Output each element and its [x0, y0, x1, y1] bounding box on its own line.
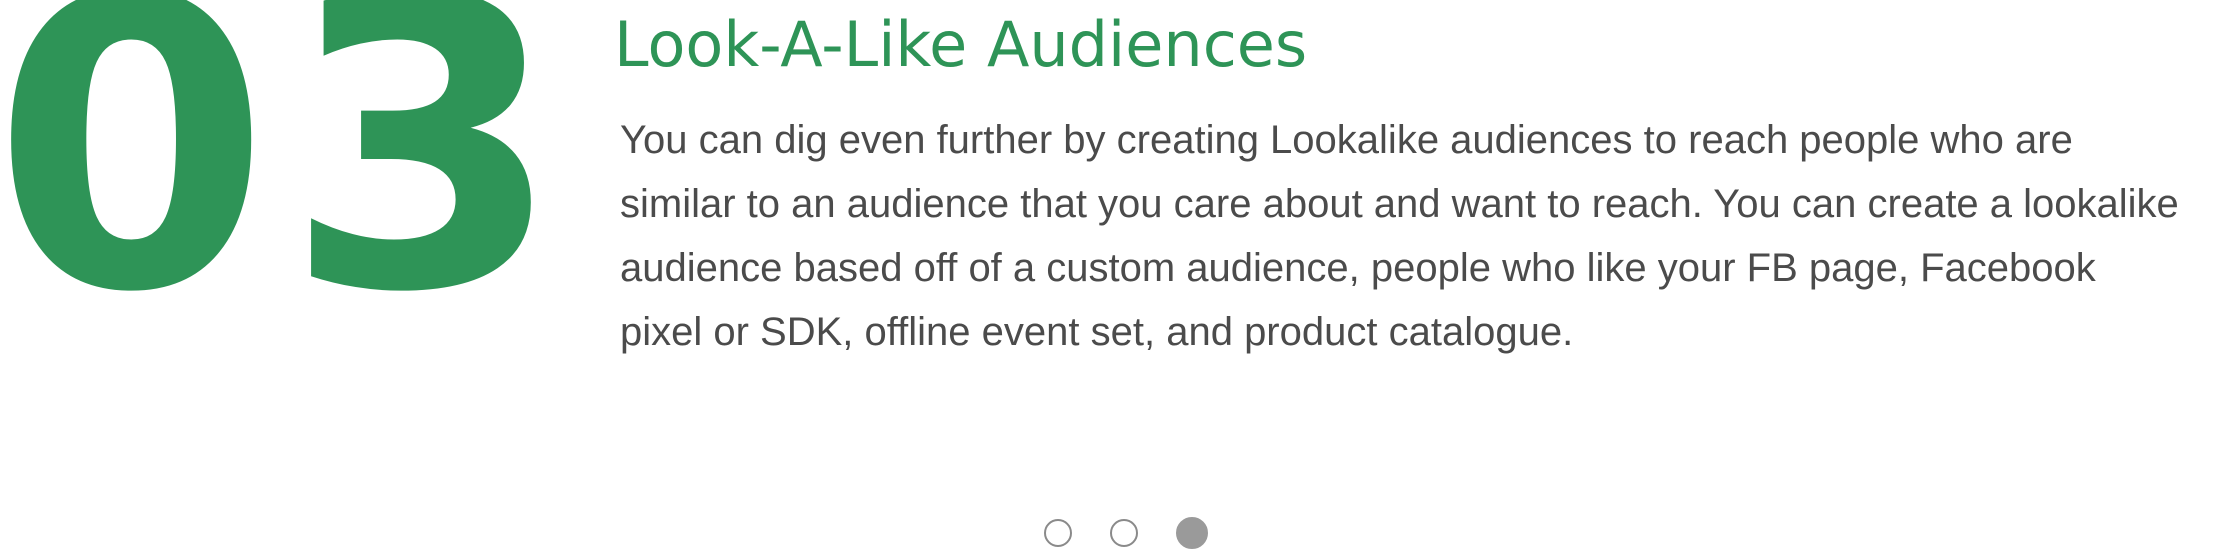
slide-description: You can dig even further by creating Loo…	[620, 118, 2179, 354]
feature-slide: 03 Look-A-Like Audiences You can dig eve…	[0, 0, 2238, 558]
pagination-dot-1[interactable]	[1044, 519, 1072, 547]
pagination-dot-3-active[interactable]	[1176, 517, 1208, 549]
carousel-pagination	[1044, 517, 1208, 549]
step-number: 03	[0, 0, 577, 380]
pagination-dot-2[interactable]	[1110, 519, 1138, 547]
slide-title: Look-A-Like Audiences	[614, 8, 1308, 81]
